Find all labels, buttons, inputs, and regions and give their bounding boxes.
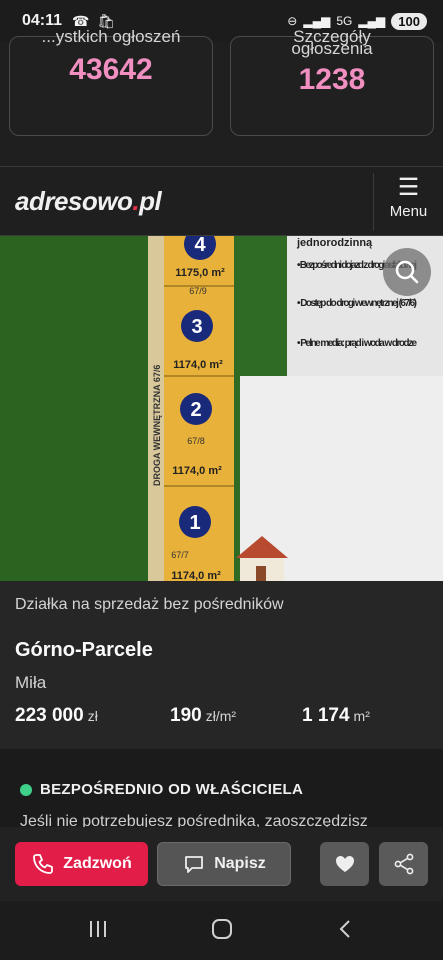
price: 223 000 zł <box>15 705 98 727</box>
road-label: DROGA WEWNĘTRZNA 67/6 <box>152 365 162 486</box>
price-unit: zł <box>87 708 98 724</box>
area-value: 1 174 <box>302 705 350 726</box>
hamburger-icon: ☰ <box>397 174 420 201</box>
stats-card-details[interactable]: Szczegóły ogłoszenia 1238 <box>230 27 434 136</box>
action-bar: Zadzwoń Napisz <box>0 827 443 901</box>
stats-value: 43642 <box>69 53 153 86</box>
plot-map-image: 4 3 2 1 1175,0 m² 67/9 1174,0 m² 67/8 11… <box>0 236 443 581</box>
plot-note: jednorodzinną <box>296 237 373 249</box>
price-value: 223 000 <box>15 705 84 726</box>
share-button[interactable] <box>379 842 428 886</box>
plot-number: 4 <box>194 236 206 256</box>
site-logo[interactable]: adresowo.pl <box>15 185 162 217</box>
stats-card-all[interactable]: ...ystkich ogłoszeń 43642 <box>9 27 213 136</box>
message-label: Napisz <box>214 855 266 872</box>
area-unit: m² <box>353 708 370 724</box>
system-nav-bar <box>0 901 443 960</box>
back-icon[interactable] <box>334 917 358 941</box>
plot-id: 67/8 <box>187 436 205 446</box>
plot-id: 67/9 <box>189 286 207 296</box>
owner-description: Jeśli nie potrzebujesz pośrednika, zaosz… <box>20 813 368 827</box>
menu-label: Menu <box>389 203 428 220</box>
price-per-meter: 190 zł/m² <box>170 705 236 727</box>
stats-label: ...ystkich ogłoszeń <box>41 27 181 46</box>
price-per-m-unit: zł/m² <box>205 708 237 724</box>
plot-area: 1174,0 m² <box>173 359 223 371</box>
search-icon <box>395 260 419 284</box>
recent-apps-icon[interactable] <box>86 917 110 941</box>
home-icon[interactable] <box>210 917 234 941</box>
stats-section: ...ystkich ogłoszeń 43642 Szczegóły ogło… <box>0 27 443 166</box>
call-label: Zadzwoń <box>63 855 132 872</box>
owner-badge-label: BEZPOŚREDNIO OD WŁAŚCICIELA <box>40 781 304 798</box>
listing-category: Działka na sprzedaż bez pośredników <box>15 596 284 613</box>
plot-area: 1174,0 m² <box>172 465 222 477</box>
plot-note: • Pełne media: prąd i woda w drodze <box>297 338 417 349</box>
stats-label-2: ogłoszenia <box>291 39 373 58</box>
favorite-button[interactable] <box>320 842 369 886</box>
listing-photo[interactable]: 4 3 2 1 1175,0 m² 67/9 1174,0 m² 67/8 11… <box>0 236 443 581</box>
plot-area: 1175,0 m² <box>175 267 225 279</box>
plot-number: 3 <box>191 316 202 338</box>
price-per-m-value: 190 <box>170 705 202 726</box>
owner-badge: BEZPOŚREDNIO OD WŁAŚCICIELA <box>20 781 303 798</box>
site-header: adresowo.pl ☰ Menu <box>0 166 443 236</box>
logo-text: adresowo <box>15 185 133 216</box>
plot-id: 67/7 <box>171 550 189 560</box>
phone-icon <box>33 854 54 874</box>
menu-button[interactable]: ☰ Menu <box>373 173 443 231</box>
zoom-button[interactable] <box>383 248 431 296</box>
heart-icon <box>335 856 354 872</box>
plot-area: 1174,0 m² <box>171 570 221 581</box>
plot-number: 1 <box>189 512 200 534</box>
listing-info: Działka na sprzedaż bez pośredników Górn… <box>0 581 443 749</box>
stats-value: 1238 <box>298 63 366 96</box>
share-icon <box>394 853 413 875</box>
plot-number: 2 <box>190 399 201 421</box>
owner-section: BEZPOŚREDNIO OD WŁAŚCICIELA Jeśli nie po… <box>0 749 443 827</box>
area: 1 174 m² <box>302 705 370 727</box>
logo-tld: pl <box>139 185 162 216</box>
status-dot-icon <box>20 783 32 796</box>
call-button[interactable]: Zadzwoń <box>15 842 148 886</box>
message-button[interactable]: Napisz <box>157 842 291 886</box>
listing-title: Górno-Parcele <box>15 639 153 661</box>
plot-note: • Dostęp do drogi wewnętrznej (67/6) <box>297 298 417 309</box>
listing-location: Miła <box>15 673 47 692</box>
chat-bubble-icon <box>185 856 204 873</box>
